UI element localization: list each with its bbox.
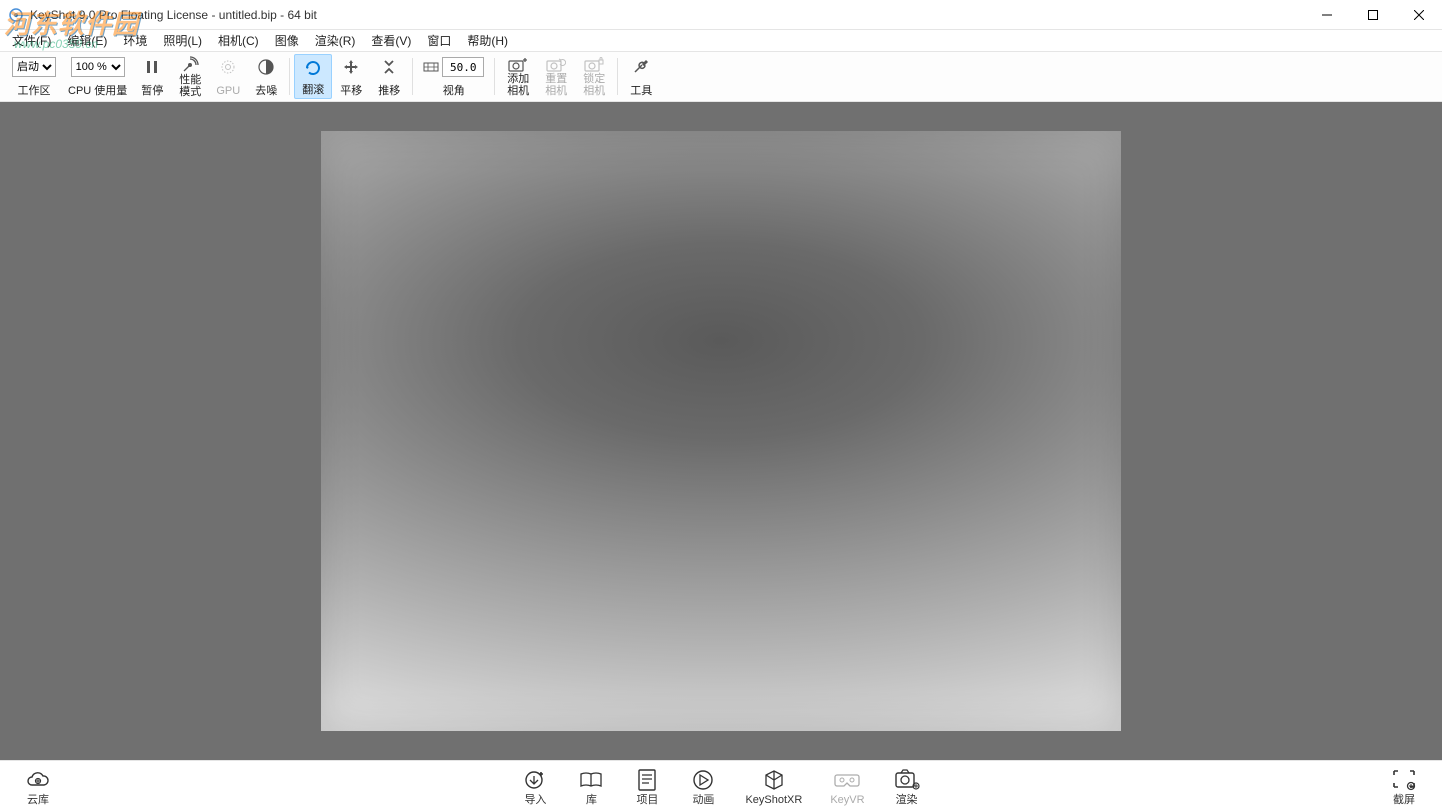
import-button[interactable]: 导入 <box>507 767 563 807</box>
render-icon <box>894 767 920 793</box>
denoise-button[interactable]: 去噪 <box>247 54 285 99</box>
keyshotxr-label: KeyShotXR <box>745 793 802 807</box>
fov-group[interactable]: 视角 <box>417 54 490 99</box>
tools-label: 工具 <box>630 85 652 97</box>
viewport[interactable] <box>0 102 1442 760</box>
titlebar: KeyShot 9.0 Pro Floating License - untit… <box>0 0 1442 30</box>
menu-window[interactable]: 窗口 <box>419 30 459 51</box>
lock-camera-icon <box>584 56 604 73</box>
pause-button[interactable]: 暂停 <box>133 54 171 99</box>
tumble-icon <box>304 57 322 79</box>
minimize-button[interactable] <box>1304 0 1350 29</box>
gpu-icon <box>219 56 237 78</box>
menu-environment[interactable]: 环境 <box>115 30 155 51</box>
menu-view[interactable]: 查看(V) <box>363 30 419 51</box>
tools-icon <box>632 56 650 78</box>
performance-icon <box>181 56 199 74</box>
keyvr-button[interactable]: KeyVR <box>816 767 878 807</box>
screenshot-button[interactable]: 截屏 <box>1376 767 1432 807</box>
cpu-usage-group[interactable]: 100 % CPU 使用量 <box>62 54 133 99</box>
menubar: 文件(F) 编辑(E) 环境 照明(L) 相机(C) 图像 渲染(R) 查看(V… <box>0 30 1442 52</box>
window-title: KeyShot 9.0 Pro Floating License - untit… <box>30 8 317 22</box>
tools-button[interactable]: 工具 <box>622 54 660 99</box>
cloud-library-button[interactable]: 云库 <box>10 767 66 807</box>
performance-label: 性能 模式 <box>179 74 201 98</box>
reset-camera-label: 重置 相机 <box>545 73 567 97</box>
library-button[interactable]: 库 <box>563 767 619 807</box>
render-label: 渲染 <box>896 793 918 807</box>
render-button[interactable]: 渲染 <box>879 767 935 807</box>
window-controls <box>1304 0 1442 29</box>
animation-icon <box>691 767 715 793</box>
tumble-label: 翻滚 <box>302 84 324 96</box>
add-camera-icon <box>508 56 528 73</box>
reset-camera-button[interactable]: 重置 相机 <box>537 54 575 99</box>
screenshot-icon <box>1391 767 1417 793</box>
pan-label: 平移 <box>340 85 362 97</box>
dolly-label: 推移 <box>378 85 400 97</box>
library-icon <box>578 767 604 793</box>
menu-lighting[interactable]: 照明(L) <box>155 30 210 51</box>
gpu-label: GPU <box>216 85 240 97</box>
cpu-select[interactable]: 100 % <box>71 57 125 77</box>
animation-button[interactable]: 动画 <box>675 767 731 807</box>
keyshotxr-icon <box>762 767 786 793</box>
denoise-icon <box>257 56 275 78</box>
menu-render[interactable]: 渲染(R) <box>307 30 364 51</box>
pause-label: 暂停 <box>141 85 163 97</box>
menu-file[interactable]: 文件(F) <box>4 30 59 51</box>
pan-icon <box>342 56 360 78</box>
animation-label: 动画 <box>692 793 714 807</box>
performance-mode-button[interactable]: 性能 模式 <box>171 54 209 99</box>
menu-help[interactable]: 帮助(H) <box>459 30 516 51</box>
fov-icon <box>423 59 439 75</box>
import-icon <box>523 767 547 793</box>
import-label: 导入 <box>524 793 546 807</box>
fov-input[interactable] <box>442 57 484 77</box>
toolbar: 启动 工作区 100 % CPU 使用量 暂停 性能 模式 GPU 去噪 翻滚 … <box>0 52 1442 102</box>
menu-camera[interactable]: 相机(C) <box>210 30 267 51</box>
lock-camera-label: 锁定 相机 <box>583 73 605 97</box>
workspace-label: 工作区 <box>18 85 51 97</box>
cpu-label: CPU 使用量 <box>68 85 127 97</box>
lock-camera-button[interactable]: 锁定 相机 <box>575 54 613 99</box>
app-icon <box>8 7 24 23</box>
menu-image[interactable]: 图像 <box>267 30 307 51</box>
pause-icon <box>144 56 160 78</box>
tumble-button[interactable]: 翻滚 <box>294 54 332 99</box>
pan-button[interactable]: 平移 <box>332 54 370 99</box>
denoise-label: 去噪 <box>255 85 277 97</box>
workspace-select[interactable]: 启动 <box>12 57 56 77</box>
gpu-button[interactable]: GPU <box>209 54 247 99</box>
cloud-label: 云库 <box>27 793 49 807</box>
project-button[interactable]: 项目 <box>619 767 675 807</box>
add-camera-label: 添加 相机 <box>507 73 529 97</box>
close-button[interactable] <box>1396 0 1442 29</box>
workspace-group[interactable]: 启动 工作区 <box>6 54 62 99</box>
fov-label: 视角 <box>443 85 465 97</box>
keyvr-label: KeyVR <box>830 793 864 807</box>
bottombar: 云库 导入 库 项目 动画 KeyShotXR KeyVR 渲染 截屏 <box>0 760 1442 812</box>
dolly-button[interactable]: 推移 <box>370 54 408 99</box>
screenshot-label: 截屏 <box>1393 793 1415 807</box>
keyshotxr-button[interactable]: KeyShotXR <box>731 767 816 807</box>
keyvr-icon <box>834 767 860 793</box>
reset-camera-icon <box>546 56 566 73</box>
render-canvas[interactable] <box>321 131 1121 731</box>
project-icon <box>636 767 658 793</box>
dolly-icon <box>380 56 398 78</box>
library-label: 库 <box>586 793 597 807</box>
maximize-button[interactable] <box>1350 0 1396 29</box>
cloud-icon <box>25 767 51 793</box>
add-camera-button[interactable]: 添加 相机 <box>499 54 537 99</box>
menu-edit[interactable]: 编辑(E) <box>59 30 115 51</box>
project-label: 项目 <box>636 793 658 807</box>
